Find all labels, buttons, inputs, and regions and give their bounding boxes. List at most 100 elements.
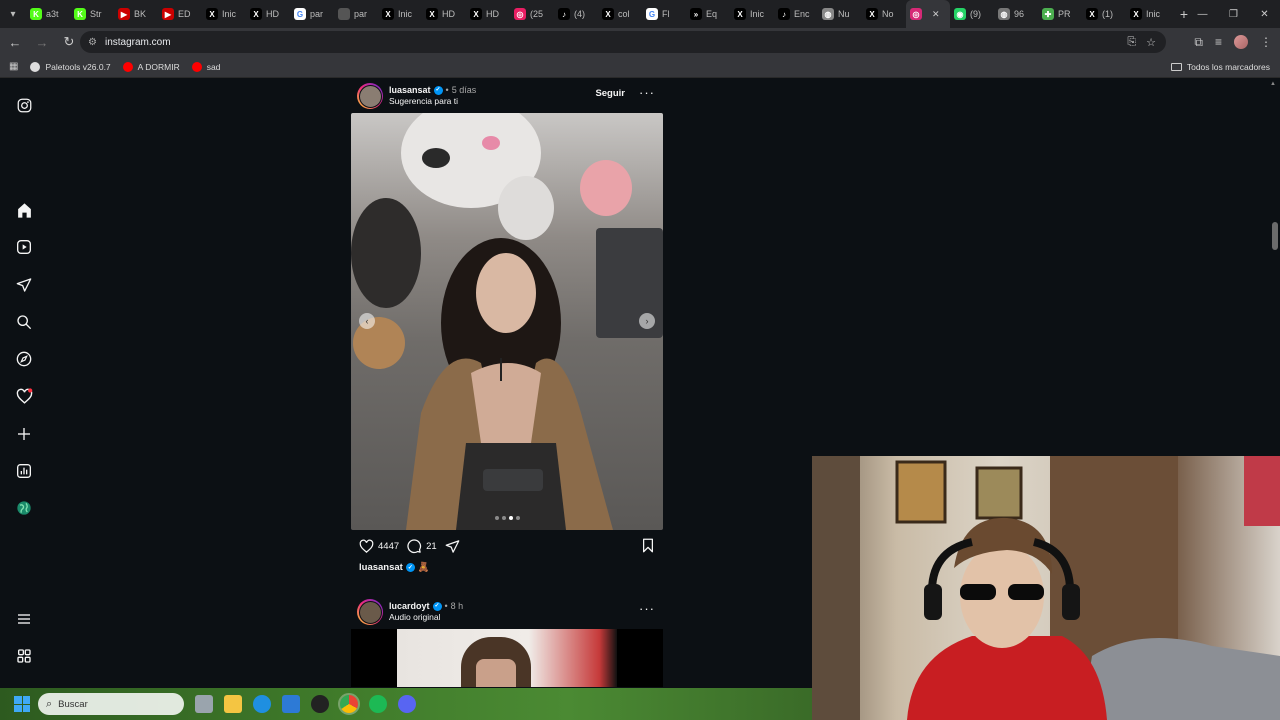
file-explorer-icon[interactable]	[224, 695, 242, 713]
browser-tab[interactable]: K Str	[70, 0, 114, 28]
like-button[interactable]: 4447	[359, 539, 399, 554]
carousel-prev-icon[interactable]: ‹	[359, 313, 375, 329]
browser-tab[interactable]: X Inic	[1126, 0, 1170, 28]
browser-tab[interactable]: Gpar	[290, 0, 334, 28]
scroll-up-icon[interactable]: ▲	[1270, 81, 1278, 89]
browser-tab[interactable]: ◍ 96	[994, 0, 1038, 28]
create-plus-icon[interactable]	[14, 424, 34, 444]
messages-icon[interactable]	[14, 275, 34, 295]
avatar[interactable]	[357, 599, 383, 625]
tab-close-icon[interactable]: ✕	[932, 9, 940, 20]
post-username[interactable]: lucardoyt	[389, 601, 430, 612]
notifications-heart-icon[interactable]	[14, 386, 34, 406]
dashboard-icon[interactable]	[14, 461, 34, 481]
instagram-logo-icon[interactable]	[14, 95, 34, 115]
reels-icon[interactable]	[14, 237, 34, 257]
install-app-icon[interactable]: ⎘	[1127, 36, 1136, 49]
browser-tab[interactable]: ◉ (9)	[950, 0, 994, 28]
browser-tab[interactable]: ▶ ED	[158, 0, 202, 28]
browser-tab[interactable]: » Eq	[686, 0, 730, 28]
tab-label: No	[882, 9, 894, 19]
browser-tab[interactable]: ▶ BK	[114, 0, 158, 28]
caption-username[interactable]: luasansat	[359, 562, 403, 573]
tab-label: Nu	[838, 9, 850, 19]
more-options-icon[interactable]: ···	[639, 601, 655, 616]
edge-icon[interactable]	[253, 695, 271, 713]
browser-tab[interactable]: X HD	[466, 0, 510, 28]
browser-tab[interactable]: ◎ (25	[510, 0, 554, 28]
browser-tab[interactable]: X Inic	[730, 0, 774, 28]
explore-icon[interactable]	[14, 349, 34, 369]
avatar[interactable]	[357, 83, 383, 109]
profile-globe-icon[interactable]	[14, 498, 34, 518]
bookmark-item[interactable]: sad	[191, 61, 220, 72]
share-icon[interactable]	[445, 539, 460, 554]
browser-tab[interactable]: ✚ PR	[1038, 0, 1082, 28]
media-control-icon[interactable]: ≡	[1215, 35, 1222, 49]
app-icon[interactable]	[311, 695, 329, 713]
scroll-thumb[interactable]	[1272, 222, 1278, 250]
tab-favicon-icon: X	[250, 8, 262, 20]
comment-button[interactable]: 21	[407, 538, 437, 554]
save-bookmark-icon[interactable]	[641, 538, 655, 556]
browser-tab[interactable]: Ka3t	[26, 0, 70, 28]
task-view-icon[interactable]	[195, 695, 213, 713]
apps-grid-icon[interactable]: ▦	[9, 61, 18, 72]
site-info-icon[interactable]: ⚙	[88, 37, 97, 48]
meta-apps-icon[interactable]	[14, 646, 34, 666]
close-window-icon[interactable]: ✕	[1249, 0, 1280, 28]
browser-tab[interactable]: G Fl	[642, 0, 686, 28]
tab-label: Inic	[750, 9, 765, 19]
browser-tab[interactable]: X HD	[246, 0, 290, 28]
browser-tab[interactable]: X (1)	[1082, 0, 1126, 28]
browser-tab[interactable]: par	[334, 0, 378, 28]
browser-tab[interactable]: ◍ Nu	[818, 0, 862, 28]
post-image[interactable]: ‹ ›	[351, 113, 663, 530]
browser-tab[interactable]: X Inic	[202, 0, 246, 28]
chrome-icon[interactable]	[338, 693, 360, 715]
browser-tab[interactable]: ◎ ✕	[906, 0, 950, 28]
bookmark-item[interactable]: A DORMIR	[122, 61, 180, 72]
carousel-next-icon[interactable]: ›	[639, 313, 655, 329]
taskbar-search[interactable]: ⌕ Buscar	[38, 693, 184, 715]
post-video[interactable]	[351, 629, 663, 687]
discord-icon[interactable]	[398, 695, 416, 713]
tab-label: a3t	[46, 9, 59, 19]
minimize-icon[interactable]: —	[1187, 0, 1218, 28]
browser-tab[interactable]: ♪ Enc	[774, 0, 818, 28]
post-username[interactable]: luasansat	[389, 85, 431, 96]
follow-button[interactable]: Seguir	[595, 88, 625, 99]
tab-favicon-icon: X	[426, 8, 438, 20]
all-bookmarks[interactable]: Todos los marcadores	[1170, 62, 1270, 72]
browser-tab[interactable]: Xcol	[598, 0, 642, 28]
tab-favicon-icon: X	[602, 8, 614, 20]
restore-icon[interactable]: ❐	[1218, 0, 1249, 28]
verified-badge-icon: ✓	[432, 602, 442, 611]
profile-avatar[interactable]	[1234, 35, 1248, 49]
bookmark-favicon-icon	[191, 61, 202, 72]
back-icon[interactable]: ←	[3, 30, 27, 54]
bookmark-star-icon[interactable]: ☆	[1146, 36, 1156, 49]
address-bar[interactable]: ⚙ instagram.com ⎘ ☆	[80, 31, 1166, 53]
windows-start-icon[interactable]	[14, 696, 30, 712]
home-icon[interactable]	[14, 200, 34, 220]
browser-tab[interactable]: X No	[862, 0, 906, 28]
browser-tab[interactable]: X Inic	[378, 0, 422, 28]
browser-menu-icon[interactable]: ⋮	[1260, 35, 1272, 49]
tab-label: HD	[266, 9, 279, 19]
taskbar-search-placeholder: Buscar	[58, 698, 88, 710]
tab-search-icon[interactable]: ▾	[0, 0, 26, 28]
store-icon[interactable]	[282, 695, 300, 713]
more-options-icon[interactable]: ···	[639, 85, 655, 100]
spotify-icon[interactable]	[369, 695, 387, 713]
browser-tab[interactable]: X HD	[422, 0, 466, 28]
search-icon[interactable]	[14, 312, 34, 332]
reload-icon[interactable]: ↻	[57, 30, 81, 54]
post-actions: 4447 21	[351, 530, 663, 562]
more-menu-icon[interactable]	[14, 609, 34, 629]
bookmark-item[interactable]: Paletools v26.0.7	[30, 61, 111, 72]
tab-favicon-icon: ✚	[1042, 8, 1054, 20]
forward-icon[interactable]: →	[30, 30, 54, 54]
browser-tab[interactable]: ♪ (4)	[554, 0, 598, 28]
extensions-icon[interactable]: ⧉	[1194, 35, 1203, 50]
